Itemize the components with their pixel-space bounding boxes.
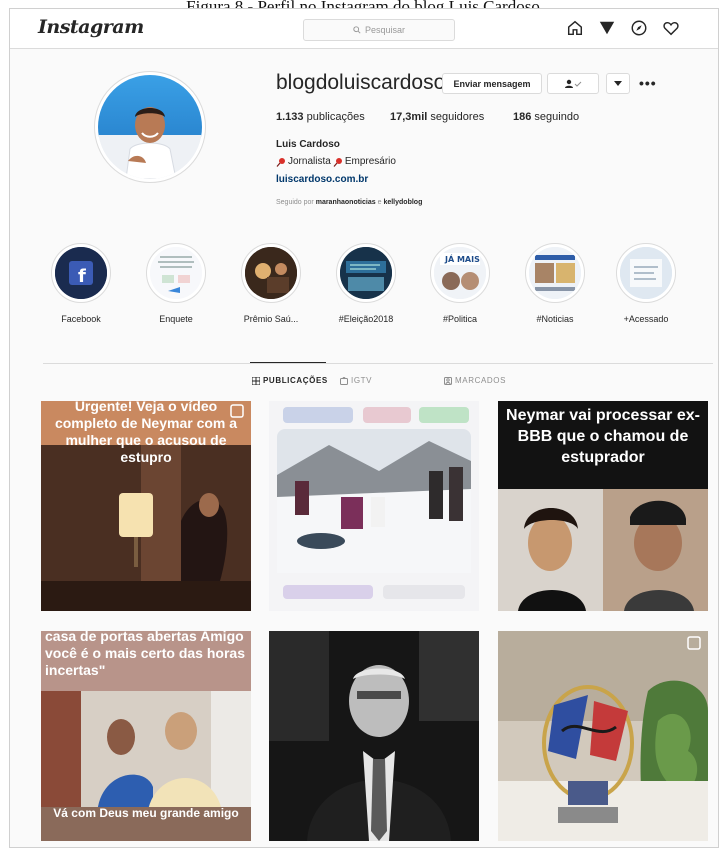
- pushpin-icon: [276, 157, 285, 167]
- post-vai-com-deus[interactable]: casa de portas abertas Amigo você é o ma…: [41, 631, 251, 841]
- more-options-icon[interactable]: •••: [639, 75, 657, 91]
- pushpin-icon: [333, 157, 342, 167]
- highlight-politica[interactable]: JÁ MAIS #Politica: [420, 243, 500, 324]
- post-snow-scene[interactable]: [269, 401, 479, 611]
- send-message-button[interactable]: Enviar mensagem: [442, 73, 542, 94]
- direct-icon[interactable]: [598, 19, 616, 37]
- tab-marcados[interactable]: MARCADOS: [444, 376, 506, 385]
- active-tab-indicator: [250, 362, 326, 363]
- profile-username: blogdoluiscardoso: [276, 71, 446, 94]
- svg-text:JÁ MAIS: JÁ MAIS: [444, 253, 480, 264]
- igtv-icon: [340, 376, 348, 385]
- post-neymar-video[interactable]: Urgente! Veja o vídeo completo de Neymar…: [41, 401, 251, 611]
- avatar[interactable]: [98, 75, 202, 179]
- profile-bio: Jornalista Empresário: [276, 156, 396, 167]
- tabs-divider: [43, 363, 713, 364]
- followed-by-text[interactable]: Seguido por maranhaonoticias e kellydobl…: [276, 199, 422, 206]
- instagram-logo[interactable]: Instagram: [38, 16, 144, 38]
- tab-igtv[interactable]: IGTV: [340, 376, 372, 385]
- posts-count-stat: 1.133 publicações: [276, 111, 365, 123]
- search-placeholder: Pesquisar: [364, 25, 406, 35]
- instagram-window: Instagram Pesquisar blogdoluiscardoso En…: [9, 8, 719, 848]
- heart-icon[interactable]: [662, 19, 680, 37]
- svg-text:f: f: [78, 266, 86, 287]
- highlight-enquete[interactable]: Enquete: [136, 243, 216, 324]
- following-button[interactable]: [547, 73, 599, 94]
- caret-down-icon: [614, 80, 622, 86]
- bio-part-2: Empresário: [344, 156, 396, 167]
- highlight-premio-saude[interactable]: Prêmio Saú...: [231, 243, 311, 324]
- profile-full-name: Luis Cardoso: [276, 139, 340, 150]
- bio-part-1: Jornalista: [288, 156, 331, 167]
- following-count-stat[interactable]: 186 seguindo: [513, 111, 579, 123]
- profile-website-link[interactable]: luiscardoso.com.br: [276, 174, 368, 185]
- top-navigation-bar: Instagram Pesquisar: [10, 9, 718, 49]
- explore-icon[interactable]: [630, 19, 648, 37]
- post-footer-text: Vá com Deus meu grande amigo: [53, 806, 239, 820]
- suggestions-dropdown-button[interactable]: [606, 73, 630, 94]
- search-input[interactable]: Pesquisar: [303, 19, 455, 41]
- search-icon: [353, 26, 361, 34]
- home-icon[interactable]: [566, 19, 584, 37]
- tag-icon: [444, 376, 452, 385]
- highlight-eleicao2018[interactable]: #Eleição2018: [326, 243, 406, 324]
- post-caption-text: Urgente! Veja o vídeo completo de Neymar…: [54, 401, 238, 465]
- followers-count-stat[interactable]: 17,3mil seguidores: [390, 111, 484, 123]
- grid-icon: [252, 376, 260, 385]
- user-check-icon: [565, 79, 582, 88]
- post-neymar-processar[interactable]: Neymar vai processar ex-BBB que o chamou…: [498, 401, 708, 611]
- tab-publicacoes[interactable]: PUBLICAÇÕES: [252, 376, 328, 385]
- highlight-mais-acessado[interactable]: +Acessado: [606, 243, 686, 324]
- post-caption-text: Neymar vai processar ex-BBB que o chamou…: [506, 407, 700, 466]
- highlight-facebook[interactable]: f Facebook: [41, 243, 121, 324]
- highlight-noticias[interactable]: #Noticias: [515, 243, 595, 324]
- post-caption-text: casa de portas abertas Amigo você é o ma…: [45, 631, 245, 678]
- post-trophy-award[interactable]: [498, 631, 708, 841]
- post-portrait-bw[interactable]: [269, 631, 479, 841]
